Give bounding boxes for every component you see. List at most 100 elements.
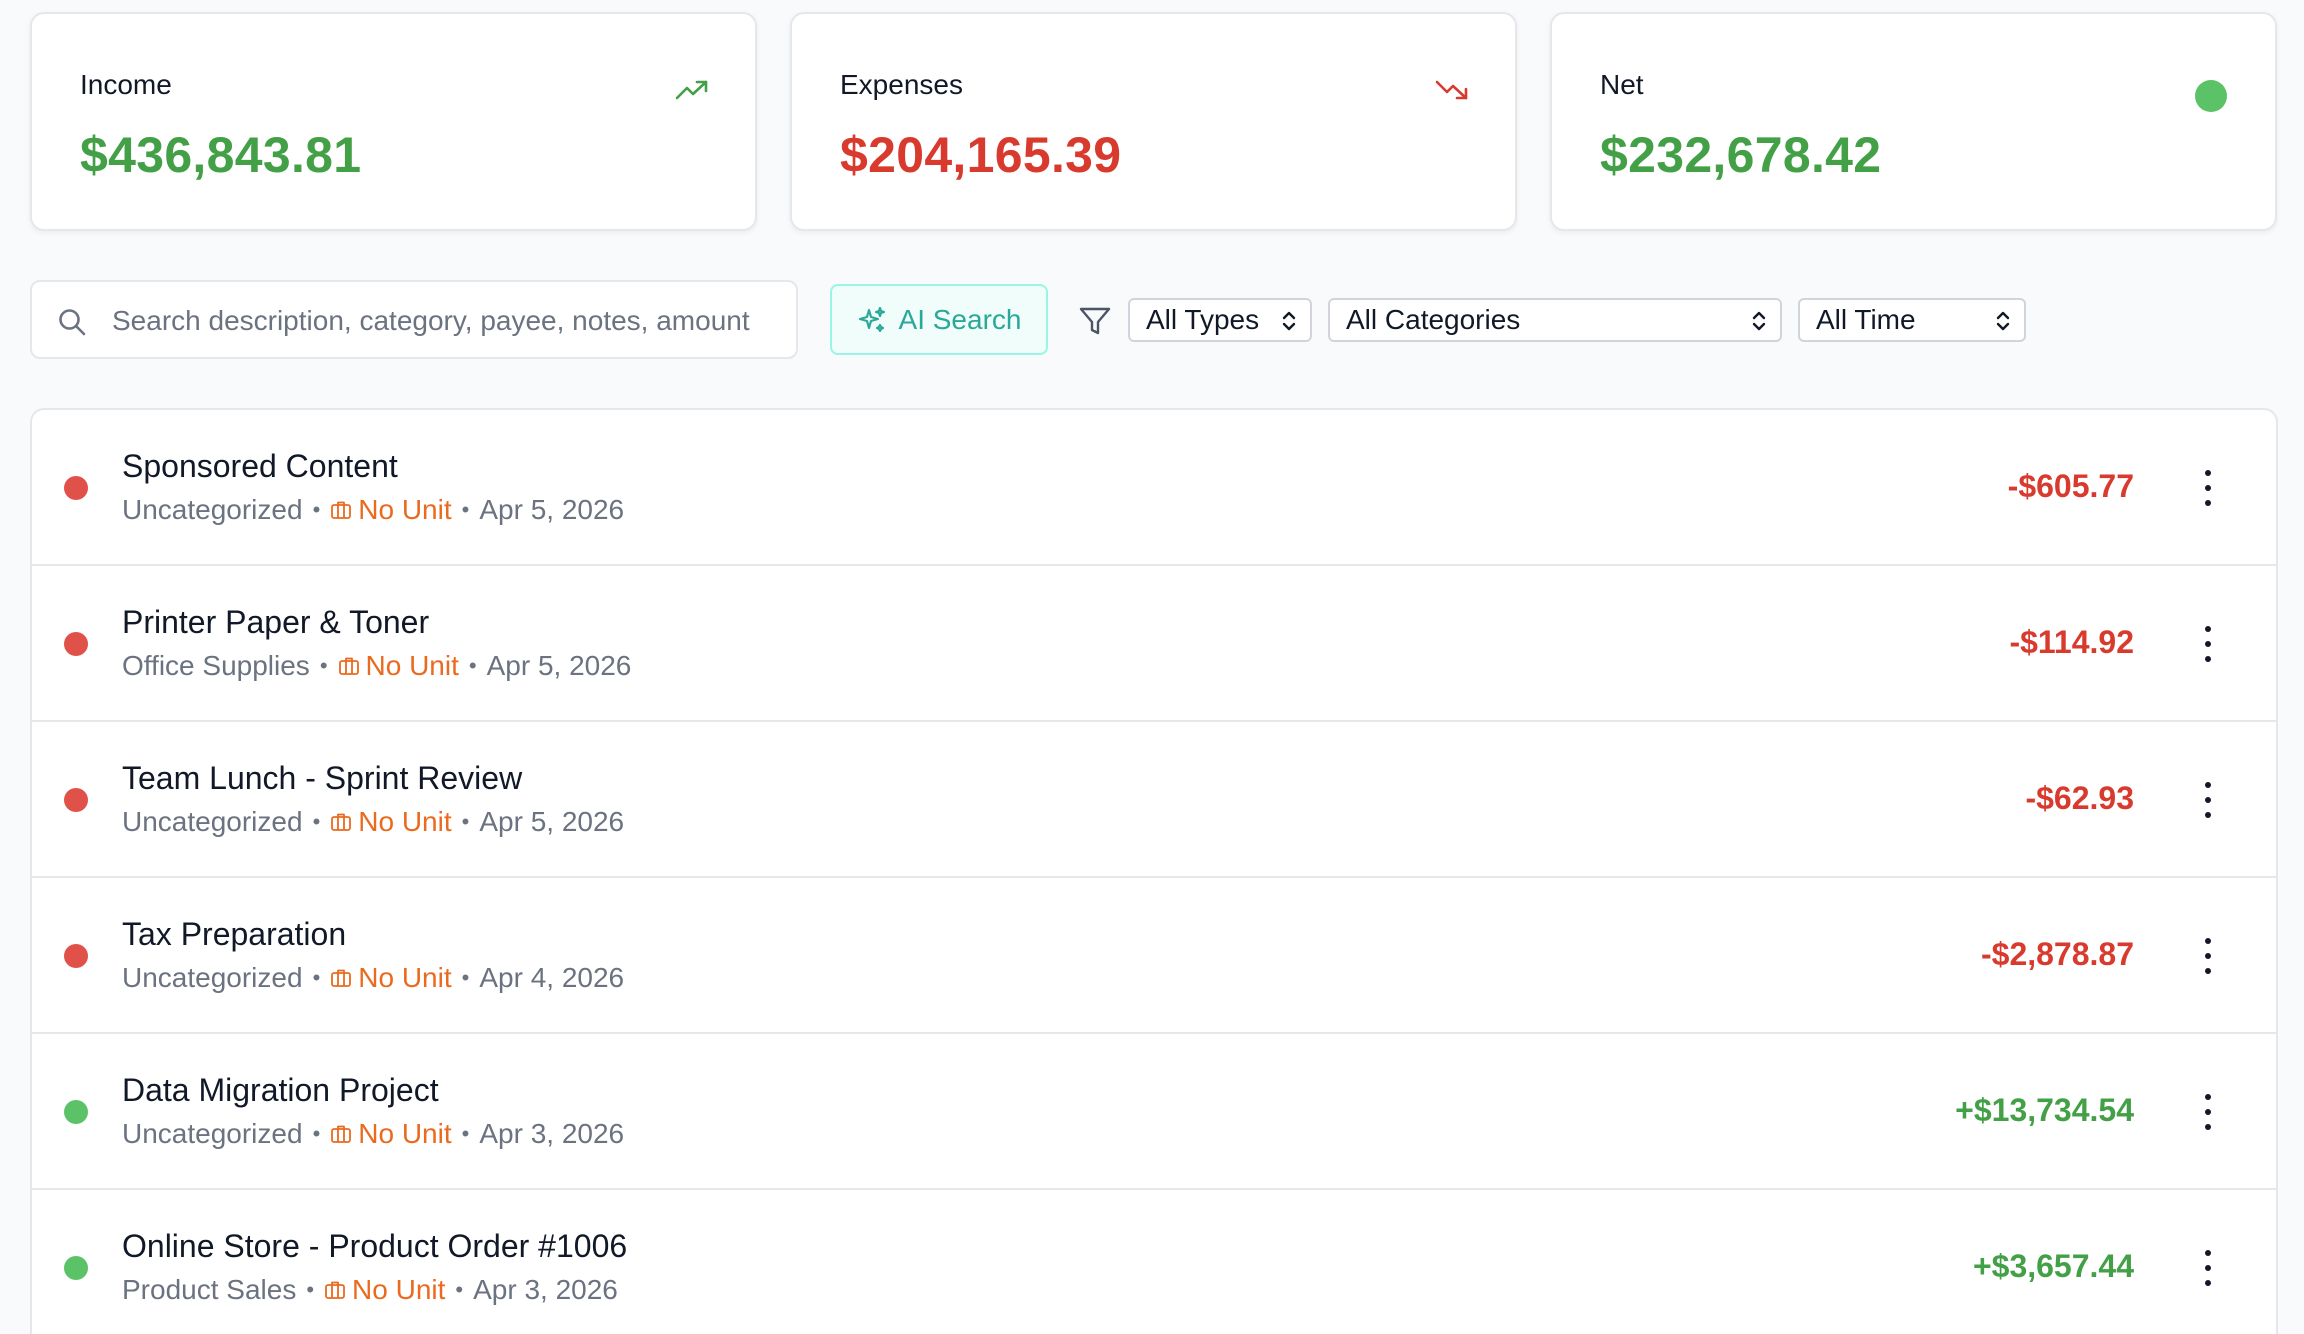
more-options-icon[interactable] [2202, 470, 2214, 506]
time-select[interactable]: All Time [1798, 298, 2026, 342]
meta-separator: • [461, 497, 470, 522]
transaction-unit-label: No Unit [358, 806, 452, 837]
meta-separator: • [312, 497, 321, 522]
chevron-up-down-icon [1282, 311, 1296, 331]
transaction-unit: No Unit [330, 962, 452, 994]
transaction-unit: No Unit [330, 494, 452, 526]
more-options-icon[interactable] [2202, 782, 2214, 818]
more-options-icon[interactable] [2202, 1250, 2214, 1286]
briefcase-icon [331, 501, 352, 519]
transaction-date: Apr 3, 2026 [473, 1274, 618, 1305]
transaction-meta: Product Sales • No Unit • Apr 3, 2026 [122, 1274, 618, 1306]
search-box [30, 280, 798, 359]
transaction-unit-label: No Unit [352, 1274, 446, 1305]
transaction-row[interactable]: Tax Preparation Uncategorized • No Unit … [32, 878, 2276, 1034]
meta-separator: • [468, 653, 477, 678]
expenses-label: Expenses [840, 69, 963, 100]
filter-icon [1079, 307, 1111, 335]
more-options-icon[interactable] [2202, 938, 2214, 974]
transaction-row[interactable]: Online Store - Product Order #1006 Produ… [32, 1190, 2276, 1334]
meta-separator: • [461, 809, 470, 834]
briefcase-icon [331, 1125, 352, 1143]
sparkles-icon [858, 306, 885, 332]
meta-separator: • [312, 1121, 321, 1146]
transaction-category: Product Sales [122, 1274, 297, 1305]
types-select-value: All Types [1146, 304, 1260, 335]
transaction-amount: -$605.77 [2007, 468, 2134, 504]
summary-cards: Income $436,843.81 Expenses $204,165.39 … [30, 12, 2278, 231]
categories-select-value: All Categories [1346, 304, 1521, 335]
transaction-date: Apr 5, 2026 [479, 806, 625, 837]
transaction-unit: No Unit [338, 650, 459, 682]
filter-toolbar: AI Search All Types All Categories All T… [30, 280, 2278, 360]
more-options-icon[interactable] [2202, 626, 2214, 662]
transaction-category: Uncategorized [122, 494, 303, 525]
transaction-amount: +$3,657.44 [1972, 1248, 2134, 1284]
transaction-row[interactable]: Printer Paper & Toner Office Supplies • … [32, 566, 2276, 722]
transaction-category: Uncategorized [122, 1118, 303, 1149]
expense-status-dot [64, 788, 88, 812]
transaction-title: Sponsored Content [122, 448, 398, 484]
income-card: Income $436,843.81 [30, 12, 757, 231]
chevron-up-down-icon [1996, 311, 2010, 331]
transaction-unit-label: No Unit [358, 962, 452, 993]
transaction-unit: No Unit [324, 1274, 445, 1306]
transaction-date: Apr 5, 2026 [479, 494, 625, 525]
types-select[interactable]: All Types [1128, 298, 1312, 342]
transaction-title: Data Migration Project [122, 1072, 439, 1108]
transaction-unit: No Unit [330, 806, 452, 838]
search-icon [59, 309, 86, 336]
meta-separator: • [461, 1121, 470, 1146]
transaction-meta: Uncategorized • No Unit • Apr 3, 2026 [122, 1118, 624, 1150]
expense-status-dot [64, 944, 88, 968]
income-label: Income [80, 69, 172, 100]
transactions-page: Income $436,843.81 Expenses $204,165.39 … [0, 0, 2304, 1334]
transaction-row[interactable]: Sponsored Content Uncategorized • No Uni… [32, 410, 2276, 566]
net-label: Net [1600, 69, 1644, 100]
meta-separator: • [455, 1277, 464, 1302]
transaction-unit: No Unit [330, 1118, 452, 1150]
search-input[interactable] [112, 296, 778, 346]
meta-separator: • [306, 1277, 315, 1302]
transactions-list: Sponsored Content Uncategorized • No Uni… [30, 408, 2278, 1334]
transaction-row[interactable]: Data Migration Project Uncategorized • N… [32, 1034, 2276, 1190]
transaction-date: Apr 3, 2026 [479, 1118, 625, 1149]
chevron-up-down-icon [1752, 311, 1766, 331]
net-status-dot [2195, 80, 2227, 112]
transaction-date: Apr 4, 2026 [479, 962, 625, 993]
more-options-icon[interactable] [2202, 1094, 2214, 1130]
income-status-dot [64, 1256, 88, 1280]
meta-separator: • [312, 965, 321, 990]
transaction-amount: -$62.93 [2025, 780, 2134, 816]
meta-separator: • [312, 809, 321, 834]
transaction-date: Apr 5, 2026 [486, 650, 632, 681]
transaction-unit-label: No Unit [358, 1118, 452, 1149]
transaction-meta: Uncategorized • No Unit • Apr 5, 2026 [122, 806, 624, 838]
transaction-meta: Uncategorized • No Unit • Apr 5, 2026 [122, 494, 624, 526]
categories-select[interactable]: All Categories [1328, 298, 1782, 342]
transaction-amount: -$114.92 [2009, 624, 2134, 660]
expenses-card: Expenses $204,165.39 [790, 12, 1517, 231]
meta-separator: • [461, 965, 470, 990]
transaction-title: Tax Preparation [122, 916, 347, 952]
transaction-meta: Uncategorized • No Unit • Apr 4, 2026 [122, 962, 624, 994]
transaction-title: Printer Paper & Toner [122, 604, 430, 640]
briefcase-icon [338, 657, 359, 675]
transaction-unit-label: No Unit [365, 650, 459, 681]
briefcase-icon [331, 813, 352, 831]
expense-status-dot [64, 632, 88, 656]
transaction-unit-label: No Unit [358, 494, 452, 525]
transaction-meta: Office Supplies • No Unit • Apr 5, 2026 [122, 650, 631, 682]
briefcase-icon [331, 969, 352, 987]
transaction-row[interactable]: Team Lunch - Sprint Review Uncategorized… [32, 722, 2276, 878]
ai-search-label: AI Search [898, 303, 1022, 335]
meta-separator: • [319, 653, 328, 678]
transaction-category: Uncategorized [122, 962, 303, 993]
expenses-value: $204,165.39 [840, 127, 1122, 183]
transaction-amount: +$13,734.54 [1955, 1092, 2134, 1128]
ai-search-button[interactable]: AI Search [830, 284, 1048, 355]
time-select-value: All Time [1816, 304, 1916, 335]
trending-down-icon [1435, 80, 1468, 100]
transaction-title: Team Lunch - Sprint Review [122, 760, 523, 796]
income-status-dot [64, 1100, 88, 1124]
